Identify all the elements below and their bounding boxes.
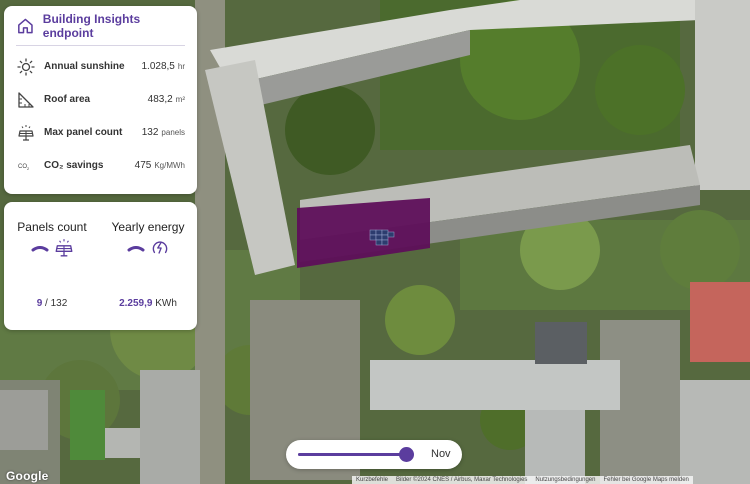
roof-area-row: Roof area 483,2 m² xyxy=(16,83,185,116)
yearly-energy-value: 2.259,9 KWh xyxy=(100,298,196,309)
sun-icon xyxy=(16,57,36,77)
co2-icon: CO 2 xyxy=(16,156,36,176)
annual-sunshine-row: Annual sunshine 1.028,5 hr xyxy=(16,50,185,83)
month-label: Nov xyxy=(431,448,451,460)
yearly-energy-unit: KWh xyxy=(155,298,177,309)
imagery-credit: Bilder ©2024 CNES / Airbus, Maxar Techno… xyxy=(396,477,528,483)
panels-count-column: Panels count 9 / 132 xyxy=(4,220,100,309)
panels-count-title: Panels count xyxy=(17,220,87,234)
solar-panel-icon xyxy=(55,239,73,257)
svg-text:2: 2 xyxy=(27,166,30,171)
yearly-energy-column: Yearly energy 2.259,9 KWh xyxy=(100,220,196,309)
roof-area-icon xyxy=(16,90,36,110)
co2-savings-value: 475 xyxy=(134,160,152,171)
max-panel-count-label: Max panel count xyxy=(44,127,123,138)
yearly-energy-amount: 2.259,9 xyxy=(119,298,153,309)
annual-sunshine-unit: hr xyxy=(177,62,185,71)
month-slider-thumb[interactable] xyxy=(398,447,414,462)
max-panel-count-row: Max panel count 132 panels xyxy=(16,116,185,149)
annual-sunshine-label: Annual sunshine xyxy=(44,61,125,72)
panels-count-current: 9 xyxy=(36,298,43,309)
roof-area-value: 483,2 xyxy=(147,94,173,105)
max-panel-count-value: 132 xyxy=(141,127,159,138)
max-panel-count-unit: panels xyxy=(161,128,185,137)
report-error-link[interactable]: Fehler bei Google Maps melden xyxy=(599,476,692,484)
month-slider-track[interactable] xyxy=(298,447,414,462)
month-slider-fill xyxy=(298,453,406,456)
co2-savings-row: CO 2 CO₂ savings 475 Kg/MWh xyxy=(16,149,185,182)
annual-sunshine-value: 1.028,5 xyxy=(141,61,175,72)
keyboard-shortcuts-link[interactable]: Kurzbefehle xyxy=(352,476,392,484)
energy-summary-card: Panels count 9 / 132 Yearly energy 2.259… xyxy=(4,202,197,330)
panels-count-dial xyxy=(31,246,49,252)
yearly-energy-title: Yearly energy xyxy=(111,220,185,234)
google-logo[interactable]: Google xyxy=(6,469,49,483)
panels-count-value: 9 / 132 xyxy=(4,298,100,309)
terms-link[interactable]: Nutzungsbedingungen xyxy=(531,476,599,484)
yearly-energy-dial xyxy=(127,246,145,252)
building-insights-header: Building Insights endpoint xyxy=(16,6,185,46)
building-insights-card: Building Insights endpoint Annual sunshi… xyxy=(4,6,197,194)
building-insights-title: Building Insights endpoint xyxy=(42,11,141,40)
map-attribution-bar: Kurzbefehle Bilder ©2024 CNES / Airbus, … xyxy=(352,476,693,484)
solar-panel-icon xyxy=(16,123,36,143)
month-slider[interactable]: Nov xyxy=(286,440,462,469)
energy-bolt-icon xyxy=(152,241,168,254)
panels-count-max: / 132 xyxy=(45,298,68,309)
roof-area-label: Roof area xyxy=(44,94,91,105)
svg-text:CO: CO xyxy=(18,164,27,170)
home-icon xyxy=(18,18,33,33)
co2-savings-unit: Kg/MWh xyxy=(154,161,185,170)
roof-area-unit: m² xyxy=(175,95,185,104)
co2-savings-label: CO₂ savings xyxy=(44,160,104,171)
